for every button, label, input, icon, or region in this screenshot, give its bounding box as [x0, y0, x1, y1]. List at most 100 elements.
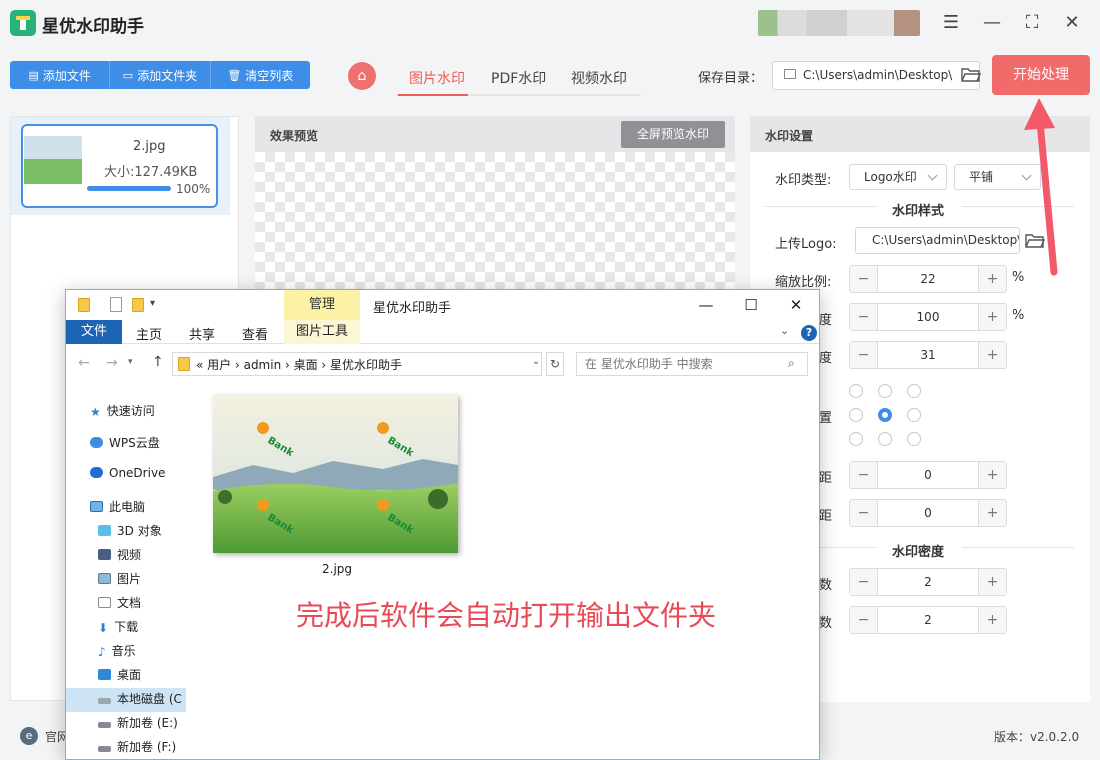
tab-pdf-watermark[interactable]: PDF水印	[491, 68, 546, 88]
save-dir-input[interactable]: C:\Users\admin\Desktop\	[772, 61, 980, 90]
address-dropdown-icon[interactable]: ⌄	[532, 356, 540, 367]
v-spacing-stepper[interactable]: −0 +	[849, 499, 1007, 527]
cols-stepper[interactable]: −2 +	[849, 606, 1007, 634]
user-avatar[interactable]	[758, 10, 920, 36]
expand-ribbon-icon[interactable]: ⌄	[780, 324, 789, 337]
nav-item-wps-cloud[interactable]: WPS云盘	[90, 434, 160, 451]
search-icon[interactable]: ⌕	[788, 356, 795, 371]
position-radio-top-left[interactable]	[849, 384, 863, 398]
h-spacing-value[interactable]: 0	[878, 462, 978, 488]
new-folder-icon[interactable]	[132, 298, 144, 312]
position-radio-center[interactable]	[878, 408, 892, 422]
plus-button[interactable]: +	[978, 462, 1006, 488]
v-spacing-value[interactable]: 0	[878, 500, 978, 526]
customize-toolbar-icon[interactable]: ▾	[150, 298, 155, 309]
minus-button[interactable]: −	[850, 342, 878, 368]
plus-button[interactable]: +	[978, 607, 1006, 633]
ribbon-tab-view[interactable]: 查看	[242, 324, 268, 343]
nav-item-documents[interactable]: 文档	[98, 594, 141, 611]
minimize-icon[interactable]: —	[979, 10, 1005, 36]
rows-value[interactable]: 2	[878, 569, 978, 595]
address-path[interactable]: « 用户 › admin › 桌面 › 星优水印助手	[196, 356, 402, 373]
properties-icon[interactable]	[110, 297, 122, 312]
cols-value[interactable]: 2	[878, 607, 978, 633]
scale-stepper[interactable]: −22 +	[849, 265, 1007, 293]
angle-stepper[interactable]: −31 +	[849, 341, 1007, 369]
output-file-name[interactable]: 2.jpg	[322, 562, 352, 576]
open-folder-icon[interactable]	[961, 66, 981, 83]
plus-button[interactable]: +	[978, 569, 1006, 595]
tab-image-watermark[interactable]: 图片水印	[409, 68, 465, 88]
output-image-thumbnail[interactable]: Bank Bank Bank Bank	[213, 395, 458, 553]
h-spacing-stepper[interactable]: −0 +	[849, 461, 1007, 489]
ribbon-tab-file[interactable]: 文件	[66, 320, 122, 344]
maximize-icon[interactable]: ⛶	[1019, 10, 1045, 36]
quick-folder-icon[interactable]	[78, 298, 90, 312]
position-radio-top-right[interactable]	[907, 384, 921, 398]
start-process-button[interactable]: 开始处理	[992, 55, 1090, 95]
plus-button[interactable]: +	[978, 342, 1006, 368]
explorer-maximize-icon[interactable]: ☐	[736, 294, 766, 316]
nav-item-quick-access[interactable]: ★ 快速访问	[90, 402, 155, 419]
position-radio-bottom-right[interactable]	[907, 432, 921, 446]
explorer-search-input[interactable]: 在 星优水印助手 中搜索	[576, 352, 808, 376]
home-icon[interactable]: ⌂	[348, 62, 376, 90]
back-arrow-icon[interactable]: ←	[78, 355, 90, 371]
nav-item-desktop[interactable]: 桌面	[98, 666, 141, 683]
tab-video-watermark[interactable]: 视频水印	[571, 68, 627, 88]
position-radio-middle-right[interactable]	[907, 408, 921, 422]
ribbon-tab-home[interactable]: 主页	[136, 324, 162, 343]
add-folder-button[interactable]: ▭ 添加文件夹	[110, 61, 211, 89]
fullscreen-preview-button[interactable]: 全屏预览水印	[621, 121, 725, 148]
opacity-stepper[interactable]: −100 +	[849, 303, 1007, 331]
angle-value[interactable]: 31	[878, 342, 978, 368]
clear-list-button[interactable]: 🗑 清空列表	[211, 61, 310, 89]
ribbon-tab-image-tools[interactable]: 图片工具	[284, 320, 360, 344]
website-icon[interactable]: e	[20, 727, 38, 745]
minus-button[interactable]: −	[850, 462, 878, 488]
active-tab-indicator	[398, 94, 468, 96]
preview-title: 效果预览	[270, 129, 319, 143]
minus-button[interactable]: −	[850, 266, 878, 292]
manage-context-tab[interactable]: 管理	[284, 290, 360, 320]
add-file-button[interactable]: ▤ 添加文件	[10, 61, 111, 89]
nav-item-pictures[interactable]: 图片	[98, 570, 141, 587]
position-radio-bottom-left[interactable]	[849, 432, 863, 446]
settings-sliders-icon[interactable]: ☰	[938, 10, 964, 36]
up-arrow-icon[interactable]: ↑	[152, 354, 164, 370]
forward-arrow-icon[interactable]: →	[106, 355, 118, 371]
minus-button[interactable]: −	[850, 304, 878, 330]
nav-item-local-disk-c[interactable]: 本地磁盘 (C	[98, 690, 182, 707]
nav-item-music[interactable]: ♪ 音乐	[98, 642, 136, 659]
rows-stepper[interactable]: −2 +	[849, 568, 1007, 596]
position-radio-bottom-center[interactable]	[878, 432, 892, 446]
nav-item-onedrive[interactable]: OneDrive	[90, 466, 165, 480]
properties-check-icon[interactable]	[100, 297, 108, 305]
recent-locations-icon[interactable]: ▾	[128, 357, 133, 367]
minus-button[interactable]: −	[850, 607, 878, 633]
refresh-icon[interactable]: ↻	[546, 352, 564, 376]
explorer-minimize-icon[interactable]: —	[691, 294, 721, 316]
plus-button[interactable]: +	[978, 266, 1006, 292]
nav-item-videos[interactable]: 视频	[98, 546, 141, 563]
nav-item-this-pc[interactable]: 此电脑	[90, 498, 145, 515]
close-icon[interactable]: ✕	[1059, 10, 1085, 36]
nav-item-3d-objects[interactable]: 3D 对象	[98, 522, 162, 539]
plus-button[interactable]: +	[978, 500, 1006, 526]
help-icon[interactable]: ?	[801, 325, 817, 341]
explorer-close-icon[interactable]: ✕	[781, 294, 811, 316]
position-radio-top-center[interactable]	[878, 384, 892, 398]
ribbon-tab-share[interactable]: 共享	[189, 324, 215, 343]
opacity-value[interactable]: 100	[878, 304, 978, 330]
explorer-ribbon	[66, 320, 819, 344]
logo-path-input[interactable]: C:\Users\admin\Desktop\	[855, 227, 1020, 254]
scale-value[interactable]: 22	[878, 266, 978, 292]
nav-item-volume-f[interactable]: 新加卷 (F:)	[98, 738, 176, 755]
plus-button[interactable]: +	[978, 304, 1006, 330]
nav-item-downloads[interactable]: ⬇ 下载	[98, 618, 138, 635]
watermark-type-select[interactable]: Logo水印	[849, 164, 947, 190]
minus-button[interactable]: −	[850, 500, 878, 526]
nav-item-volume-e[interactable]: 新加卷 (E:)	[98, 714, 178, 731]
minus-button[interactable]: −	[850, 569, 878, 595]
position-radio-middle-left[interactable]	[849, 408, 863, 422]
